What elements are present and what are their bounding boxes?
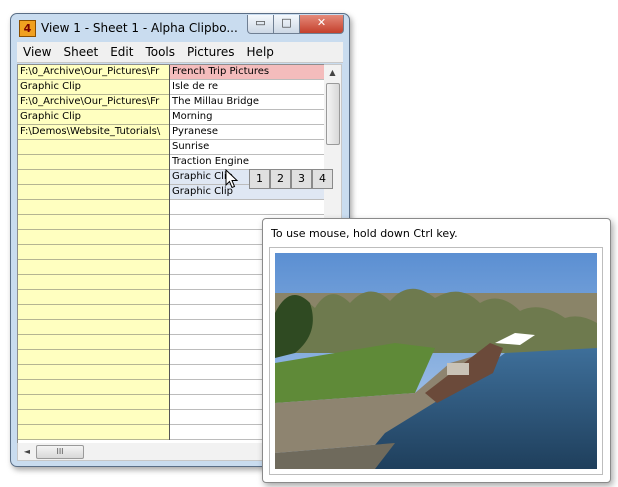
- grid-cell-a-20[interactable]: [18, 350, 169, 365]
- menu-pictures[interactable]: Pictures: [181, 42, 241, 62]
- grid-cell-b-6[interactable]: Sunrise: [170, 140, 325, 155]
- grid-cell-a-4[interactable]: Graphic Clip: [18, 110, 169, 125]
- grid-cell-b-3[interactable]: The Millau Bridge: [170, 95, 325, 110]
- horizontal-scroll-thumb[interactable]: III: [36, 445, 84, 459]
- maximize-button[interactable]: □: [273, 15, 300, 34]
- window-title: View 1 - Sheet 1 - Alpha Clipbo...: [41, 21, 238, 35]
- menu-view[interactable]: View: [17, 42, 57, 62]
- grid-cell-a-10[interactable]: [18, 200, 169, 215]
- grid-cell-a-24[interactable]: [18, 410, 169, 425]
- grid-cell-a-1[interactable]: F:\0_Archive\Our_Pictures\Fr: [18, 65, 169, 80]
- grid-cell-a-12[interactable]: [18, 230, 169, 245]
- grid-cell-a-14[interactable]: [18, 260, 169, 275]
- grid-cell-a-25[interactable]: [18, 425, 169, 440]
- clip-button-3[interactable]: 3: [291, 169, 312, 189]
- menu-tools[interactable]: Tools: [139, 42, 181, 62]
- grid-cell-a-9[interactable]: [18, 185, 169, 200]
- grid-column-a: F:\0_Archive\Our_Pictures\Fr Graphic Clip…: [18, 65, 170, 440]
- close-button[interactable]: ✕: [299, 15, 344, 34]
- grid-cell-b-4[interactable]: Morning: [170, 110, 325, 125]
- grid-cell-a-19[interactable]: [18, 335, 169, 350]
- grid-cell-b-1[interactable]: French Trip Pictures: [170, 65, 325, 80]
- scroll-up-icon[interactable]: ▲: [324, 65, 341, 81]
- photo-frame: [269, 247, 603, 475]
- grid-cell-a-7[interactable]: [18, 155, 169, 170]
- grid-cell-a-6[interactable]: [18, 140, 169, 155]
- grid-cell-a-13[interactable]: [18, 245, 169, 260]
- grid-cell-b-10[interactable]: [170, 200, 325, 215]
- menu-edit[interactable]: Edit: [104, 42, 139, 62]
- grid-cell-a-15[interactable]: [18, 275, 169, 290]
- menu-sheet[interactable]: Sheet: [57, 42, 104, 62]
- clip-button-2[interactable]: 2: [270, 169, 291, 189]
- grid-cell-a-3[interactable]: F:\0_Archive\Our_Pictures\Fr: [18, 95, 169, 110]
- popup-message: To use mouse, hold down Ctrl key.: [271, 227, 458, 240]
- clip-button-1[interactable]: 1: [249, 169, 270, 189]
- menu-help[interactable]: Help: [241, 42, 280, 62]
- menu-bar: View Sheet Edit Tools Pictures Help: [17, 42, 343, 63]
- grid-cell-b-5[interactable]: Pyranese: [170, 125, 325, 140]
- grid-cell-b-7[interactable]: Traction Engine: [170, 155, 325, 170]
- grid-cell-a-23[interactable]: [18, 395, 169, 410]
- app-icon: 4: [19, 20, 36, 37]
- grid-cell-a-21[interactable]: [18, 365, 169, 380]
- grid-cell-a-22[interactable]: [18, 380, 169, 395]
- grid-cell-a-8[interactable]: [18, 170, 169, 185]
- mouse-pointer-icon: [225, 169, 239, 189]
- grid-cell-a-17[interactable]: [18, 305, 169, 320]
- picture-preview-popup: To use mouse, hold down Ctrl key.: [262, 218, 611, 483]
- grid-cell-a-2[interactable]: Graphic Clip: [18, 80, 169, 95]
- grid-cell-b-2[interactable]: Isle de re: [170, 80, 325, 95]
- minimize-button[interactable]: ▭: [247, 15, 274, 34]
- clip-button-4[interactable]: 4: [312, 169, 333, 189]
- grid-cell-a-16[interactable]: [18, 290, 169, 305]
- grid-cell-a-11[interactable]: [18, 215, 169, 230]
- canal-photo: [275, 253, 597, 469]
- grid-cell-a-18[interactable]: [18, 320, 169, 335]
- grid-cell-a-5[interactable]: F:\Demos\Website_Tutorials\: [18, 125, 169, 140]
- title-bar[interactable]: 4 View 1 - Sheet 1 - Alpha Clipbo... ▭ □…: [11, 14, 349, 42]
- vertical-scroll-thumb[interactable]: [326, 83, 340, 145]
- scroll-left-icon[interactable]: ◄: [20, 443, 34, 460]
